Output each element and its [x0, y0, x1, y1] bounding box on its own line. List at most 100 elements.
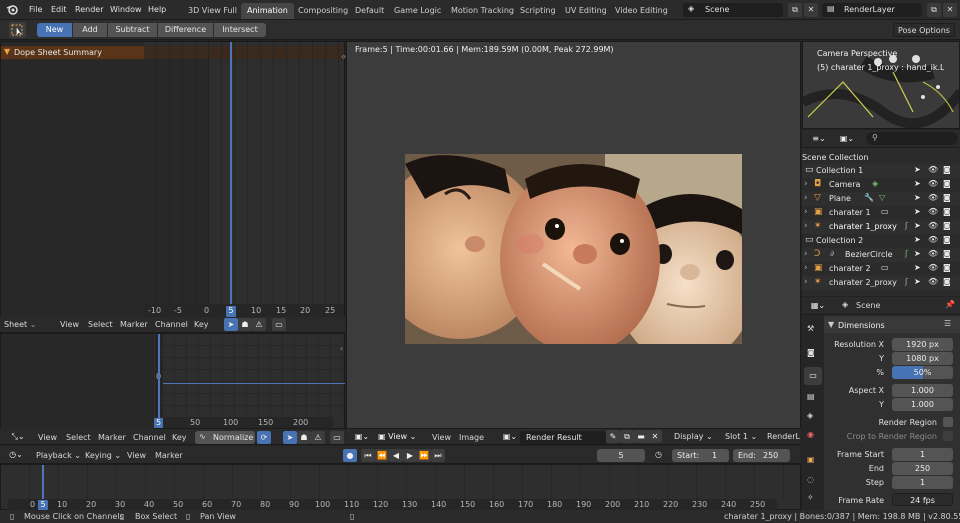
- menu-select[interactable]: Select: [66, 433, 91, 442]
- graph-cursor-x[interactable]: [158, 334, 160, 424]
- editor-type-icon[interactable]: ⤡⌄: [8, 430, 28, 443]
- collapse-arrow-icon[interactable]: ▼: [828, 320, 834, 329]
- mode-add-button[interactable]: Add: [73, 23, 107, 37]
- tab-default[interactable]: Default: [349, 3, 390, 19]
- resolution-y-field[interactable]: 1080 px: [892, 352, 953, 365]
- expand-icon[interactable]: ›: [804, 263, 808, 273]
- image-browse-icon[interactable]: ▣⌄: [500, 430, 520, 443]
- outliner-row[interactable]: › ✶ charater 1_proxy ʃ ➤ 👁 ◙: [802, 220, 960, 234]
- end-frame-field[interactable]: End: 250: [733, 449, 790, 462]
- pin-icon[interactable]: 📌: [945, 300, 955, 309]
- timeline-current-frame-line[interactable]: [42, 465, 44, 501]
- output-tab-icon[interactable]: ▭: [804, 367, 822, 385]
- display-dropdown[interactable]: Display ⌄: [674, 432, 713, 441]
- object-tab-icon[interactable]: ▣: [807, 455, 815, 464]
- render-result-image[interactable]: [405, 154, 742, 344]
- expand-icon[interactable]: ›: [804, 207, 808, 217]
- expand-icon[interactable]: ›: [804, 221, 808, 231]
- tab-compositing[interactable]: Compositing: [292, 3, 354, 19]
- duplicate-icon[interactable]: ⧉: [620, 430, 634, 443]
- play-icon[interactable]: ▶: [403, 449, 417, 462]
- filter-icon[interactable]: ▭: [330, 431, 344, 444]
- keying-menu[interactable]: Keying ⌄: [85, 451, 121, 460]
- menu-key[interactable]: Key: [194, 320, 209, 329]
- outliner-search-input[interactable]: ⚲: [866, 132, 958, 145]
- menu-marker[interactable]: Marker: [120, 320, 148, 329]
- select-arrow-icon[interactable]: ➤: [914, 193, 921, 202]
- delete-layer-icon[interactable]: ✕: [943, 3, 957, 17]
- folder-icon[interactable]: ▬: [634, 430, 648, 443]
- menu-edit[interactable]: Edit: [51, 5, 67, 14]
- dope-current-frame-badge[interactable]: 5: [226, 306, 236, 317]
- only-selected-icon[interactable]: ➤: [283, 431, 297, 444]
- render-region-checkbox[interactable]: [943, 417, 953, 427]
- eye-icon[interactable]: 👁: [928, 235, 938, 244]
- select-arrow-icon[interactable]: ➤: [914, 263, 921, 272]
- editor-type-icon[interactable]: ▣⌄: [352, 430, 372, 443]
- filter-icon[interactable]: ▭: [272, 318, 286, 331]
- only-selected-icon[interactable]: ➤: [224, 318, 238, 331]
- outliner-row[interactable]: ▭ Collection 2 ➤ 👁 ◙: [802, 234, 960, 248]
- eye-icon[interactable]: 👁: [928, 221, 938, 230]
- view-layer-tab-icon[interactable]: ▤: [807, 392, 815, 401]
- aspect-y-field[interactable]: 1.000: [892, 398, 953, 411]
- menu-channel[interactable]: Channel: [155, 320, 188, 329]
- camera-icon[interactable]: ◙: [943, 207, 951, 216]
- select-arrow-icon[interactable]: ➤: [914, 235, 921, 244]
- timeline-type-icon[interactable]: ◷⌄: [6, 448, 26, 461]
- view-mode-icon[interactable]: ▣ View ⌄: [378, 430, 424, 443]
- outliner-row[interactable]: › ✶ charater 2_proxy ʃ ➤ 👁 ◙: [802, 276, 960, 290]
- clock-icon[interactable]: ◷: [655, 450, 662, 459]
- dimensions-panel-header[interactable]: ▼ Dimensions ☰: [824, 317, 960, 333]
- camera-icon[interactable]: ◙: [943, 263, 951, 272]
- graph-channel-region[interactable]: [1, 334, 154, 430]
- select-arrow-icon[interactable]: ➤: [914, 249, 921, 258]
- expand-icon[interactable]: ›: [804, 193, 808, 203]
- outliner-row[interactable]: › ▽ Plane 🔧 ▽ ➤ 👁 ◙: [802, 192, 960, 206]
- mode-new-button[interactable]: New: [37, 23, 72, 37]
- new-scene-icon[interactable]: ⧉: [788, 3, 802, 17]
- tab-game-logic[interactable]: Game Logic: [388, 3, 447, 19]
- mode-difference-button[interactable]: Difference: [158, 23, 213, 37]
- select-arrow-icon[interactable]: ➤: [914, 277, 921, 286]
- mode-subtract-button[interactable]: Subtract: [108, 23, 157, 37]
- camera-icon[interactable]: ◙: [943, 193, 951, 202]
- menu-view[interactable]: View: [38, 433, 57, 442]
- resolution-x-field[interactable]: 1920 px: [892, 338, 953, 351]
- menu-channel[interactable]: Channel: [133, 433, 166, 442]
- tab-animation[interactable]: Animation: [241, 3, 294, 19]
- collapse-arrow-icon[interactable]: ‹: [340, 344, 343, 353]
- record-icon[interactable]: ●: [343, 449, 357, 462]
- tab-scripting[interactable]: Scripting: [514, 3, 562, 19]
- eye-icon[interactable]: 👁: [928, 179, 938, 188]
- tab-video-editing[interactable]: Video Editing: [609, 3, 674, 19]
- expand-arrow-icon[interactable]: ▼: [4, 47, 10, 56]
- ghost-icon[interactable]: ☗: [238, 318, 252, 331]
- playback-menu[interactable]: Playback ⌄: [36, 451, 81, 460]
- camera-icon[interactable]: ◙: [943, 235, 951, 244]
- collapse-arrow-icon[interactable]: ›: [343, 52, 346, 61]
- expand-icon[interactable]: ›: [804, 179, 808, 189]
- menu-marker[interactable]: Marker: [155, 451, 183, 460]
- ghost-icon[interactable]: ☗: [297, 431, 311, 444]
- render-layer-dropdown[interactable]: RenderL: [767, 432, 800, 441]
- frame-rate-dropdown[interactable]: 24 fps: [892, 493, 953, 506]
- eye-icon[interactable]: 👁: [928, 263, 938, 272]
- outliner-row[interactable]: › Ↄ BezierCircle ∂ ʃ ➤ 👁 ◙: [802, 248, 960, 262]
- data-tab-icon[interactable]: ✧: [807, 493, 814, 502]
- tab-uv-editing[interactable]: UV Editing: [559, 3, 613, 19]
- expand-icon[interactable]: ›: [804, 249, 808, 259]
- menu-select[interactable]: Select: [88, 320, 113, 329]
- camera-icon[interactable]: ◙: [943, 165, 951, 174]
- tab-motion-tracking[interactable]: Motion Tracking: [445, 3, 520, 19]
- eye-icon[interactable]: 👁: [928, 165, 938, 174]
- delete-scene-icon[interactable]: ✕: [804, 3, 818, 17]
- render-tab-icon[interactable]: ◙: [807, 348, 815, 357]
- outliner-row[interactable]: › ▣ charater 2 ▭ ➤ 👁 ◙: [802, 262, 960, 276]
- timeline-current-frame-badge[interactable]: 5: [38, 500, 48, 510]
- presets-icon[interactable]: ☰: [944, 319, 951, 328]
- current-frame-field[interactable]: 5: [597, 449, 645, 462]
- crop-region-checkbox[interactable]: [943, 431, 953, 441]
- select-arrow-icon[interactable]: ➤: [914, 179, 921, 188]
- aspect-x-field[interactable]: 1.000: [892, 384, 953, 397]
